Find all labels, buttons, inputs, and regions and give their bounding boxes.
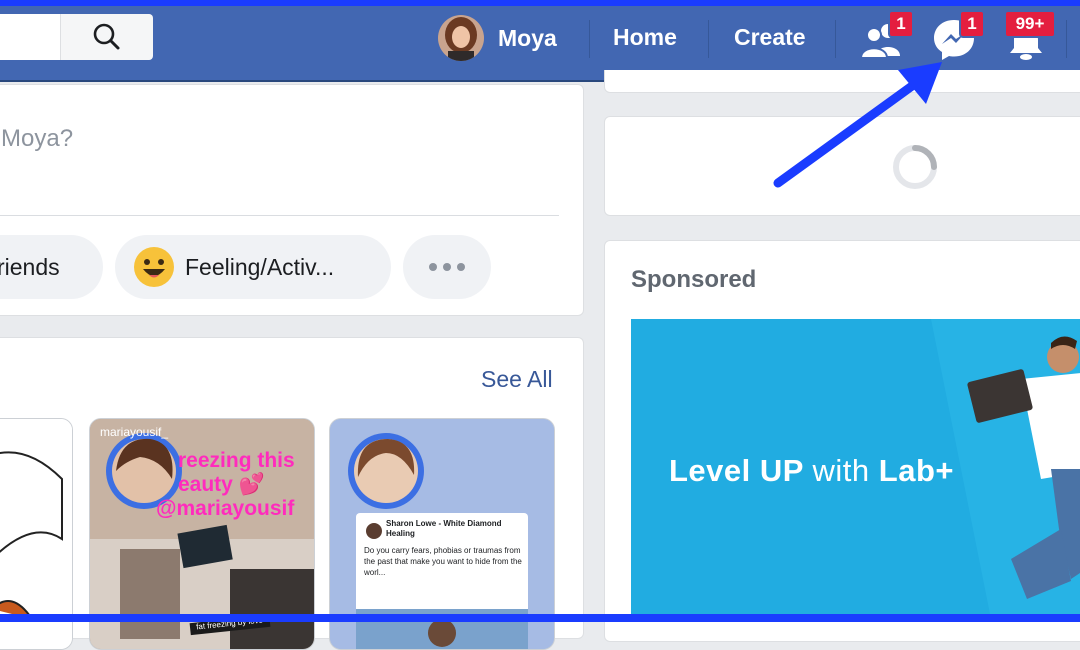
story-caption-line: reezing this xyxy=(178,449,295,472)
search-button[interactable] xyxy=(60,14,153,60)
composer-prompt[interactable]: Moya? xyxy=(1,125,73,153)
more-options-button[interactable] xyxy=(403,235,491,299)
story-post-preview: Sharon Lowe - White Diamond Healing xyxy=(386,519,526,545)
ad-image[interactable]: Level UP with Lab+ xyxy=(631,319,1080,619)
screenshot-border-top xyxy=(0,0,1080,6)
stories-card: See All mariayousif_ reezing this eauty … xyxy=(0,337,584,650)
ad-headline-part: Level UP xyxy=(669,453,804,488)
avatar xyxy=(438,15,484,61)
nav-separator xyxy=(835,20,836,58)
ad-headline-part: with xyxy=(812,453,870,488)
profile-link[interactable]: Moya xyxy=(438,14,557,62)
screenshot-border-bottom xyxy=(0,614,1080,622)
composer-divider xyxy=(0,215,559,216)
tag-friends-label: riends xyxy=(0,253,60,280)
search-box xyxy=(0,14,153,60)
feeling-activity-label: Feeling/Activ... xyxy=(185,253,335,280)
nav-separator xyxy=(1066,20,1067,58)
story-caption-line: @mariayousif xyxy=(156,497,295,520)
post-composer: Moya? riends Feeling/Activ... xyxy=(0,84,584,316)
profile-name: Moya xyxy=(498,24,557,51)
search-icon xyxy=(93,23,120,50)
emoji-icon xyxy=(134,247,174,287)
ad-headline-part: Lab+ xyxy=(878,453,954,488)
loading-spinner-icon xyxy=(893,145,937,189)
search-input[interactable] xyxy=(0,14,60,60)
see-all-link[interactable]: See All xyxy=(481,366,553,393)
story-caption-line: eauty 💕 xyxy=(178,473,265,496)
story-caption: reezing this eauty 💕 @mariayousif xyxy=(156,449,295,521)
story-username: mariayousif_ xyxy=(100,425,169,439)
tag-friends-button[interactable]: riends xyxy=(0,235,103,299)
nav-separator xyxy=(589,20,590,58)
more-dots-icon xyxy=(429,263,465,271)
create-link[interactable]: Create xyxy=(734,24,806,51)
sponsored-card: Sponsored Level UP with Lab+ xyxy=(604,240,1080,642)
friend-requests-badge: 1 xyxy=(888,10,914,38)
story-post-text: Do you carry fears, phobias or traumas f… xyxy=(364,546,522,577)
right-column-card xyxy=(604,70,1080,93)
messenger-badge: 1 xyxy=(959,10,985,38)
ad-headline: Level UP with Lab+ xyxy=(669,453,954,489)
nav-separator xyxy=(708,20,709,58)
sponsored-heading: Sponsored xyxy=(631,266,757,293)
story-post-author: Sharon Lowe - White Diamond Healing xyxy=(386,519,502,538)
home-link[interactable]: Home xyxy=(613,24,677,51)
loading-card xyxy=(604,116,1080,216)
notifications-badge: 99+ xyxy=(1004,10,1056,38)
feeling-activity-button[interactable]: Feeling/Activ... xyxy=(115,235,391,299)
